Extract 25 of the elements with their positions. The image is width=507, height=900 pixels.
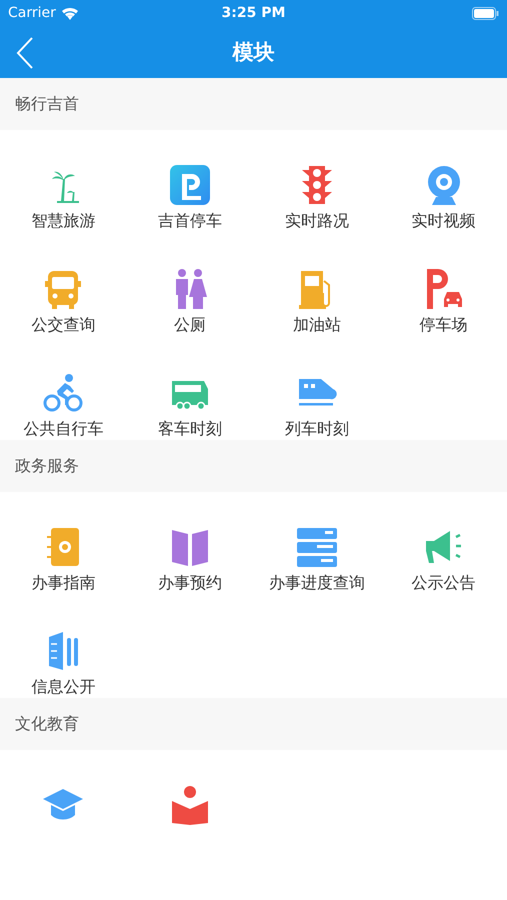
back-chevron-icon [16, 37, 34, 69]
battery-icon [472, 6, 499, 20]
section-title: 政务服务 [15, 456, 79, 476]
section-title: 畅行吉首 [15, 94, 79, 114]
module-button[interactable]: 公交查询 [0, 269, 127, 336]
section-title: 文化教育 [15, 714, 79, 734]
module-button[interactable]: 吉首停车 [126, 165, 254, 232]
module-button[interactable]: 停车场 [380, 269, 507, 336]
status-time: 3:25 PM [222, 5, 286, 21]
module-button[interactable]: 公示公告 [380, 527, 507, 594]
module-button[interactable]: 客车时刻 [126, 373, 254, 440]
module-button[interactable]: 办事指南 [0, 527, 127, 594]
module-button[interactable]: 实时视频 [380, 165, 507, 232]
carrier-name: Carrier [8, 5, 56, 21]
module-button[interactable]: 办事进度查询 [254, 527, 380, 594]
module-button[interactable]: 智慧旅游 [0, 165, 127, 232]
wifi-icon [60, 6, 79, 20]
screen-title: 模块 [232, 39, 274, 66]
module-button[interactable]: 实时路况 [254, 165, 380, 232]
module-button[interactable]: 加油站 [254, 269, 380, 336]
module-button[interactable]: 办事预约 [126, 527, 254, 594]
module-button[interactable]: 公共自行车 [0, 373, 127, 440]
module-button[interactable]: 公厕 [126, 269, 254, 336]
module-button[interactable]: 信息公开 [0, 631, 127, 698]
module-button[interactable]: 列车时刻 [254, 373, 380, 440]
